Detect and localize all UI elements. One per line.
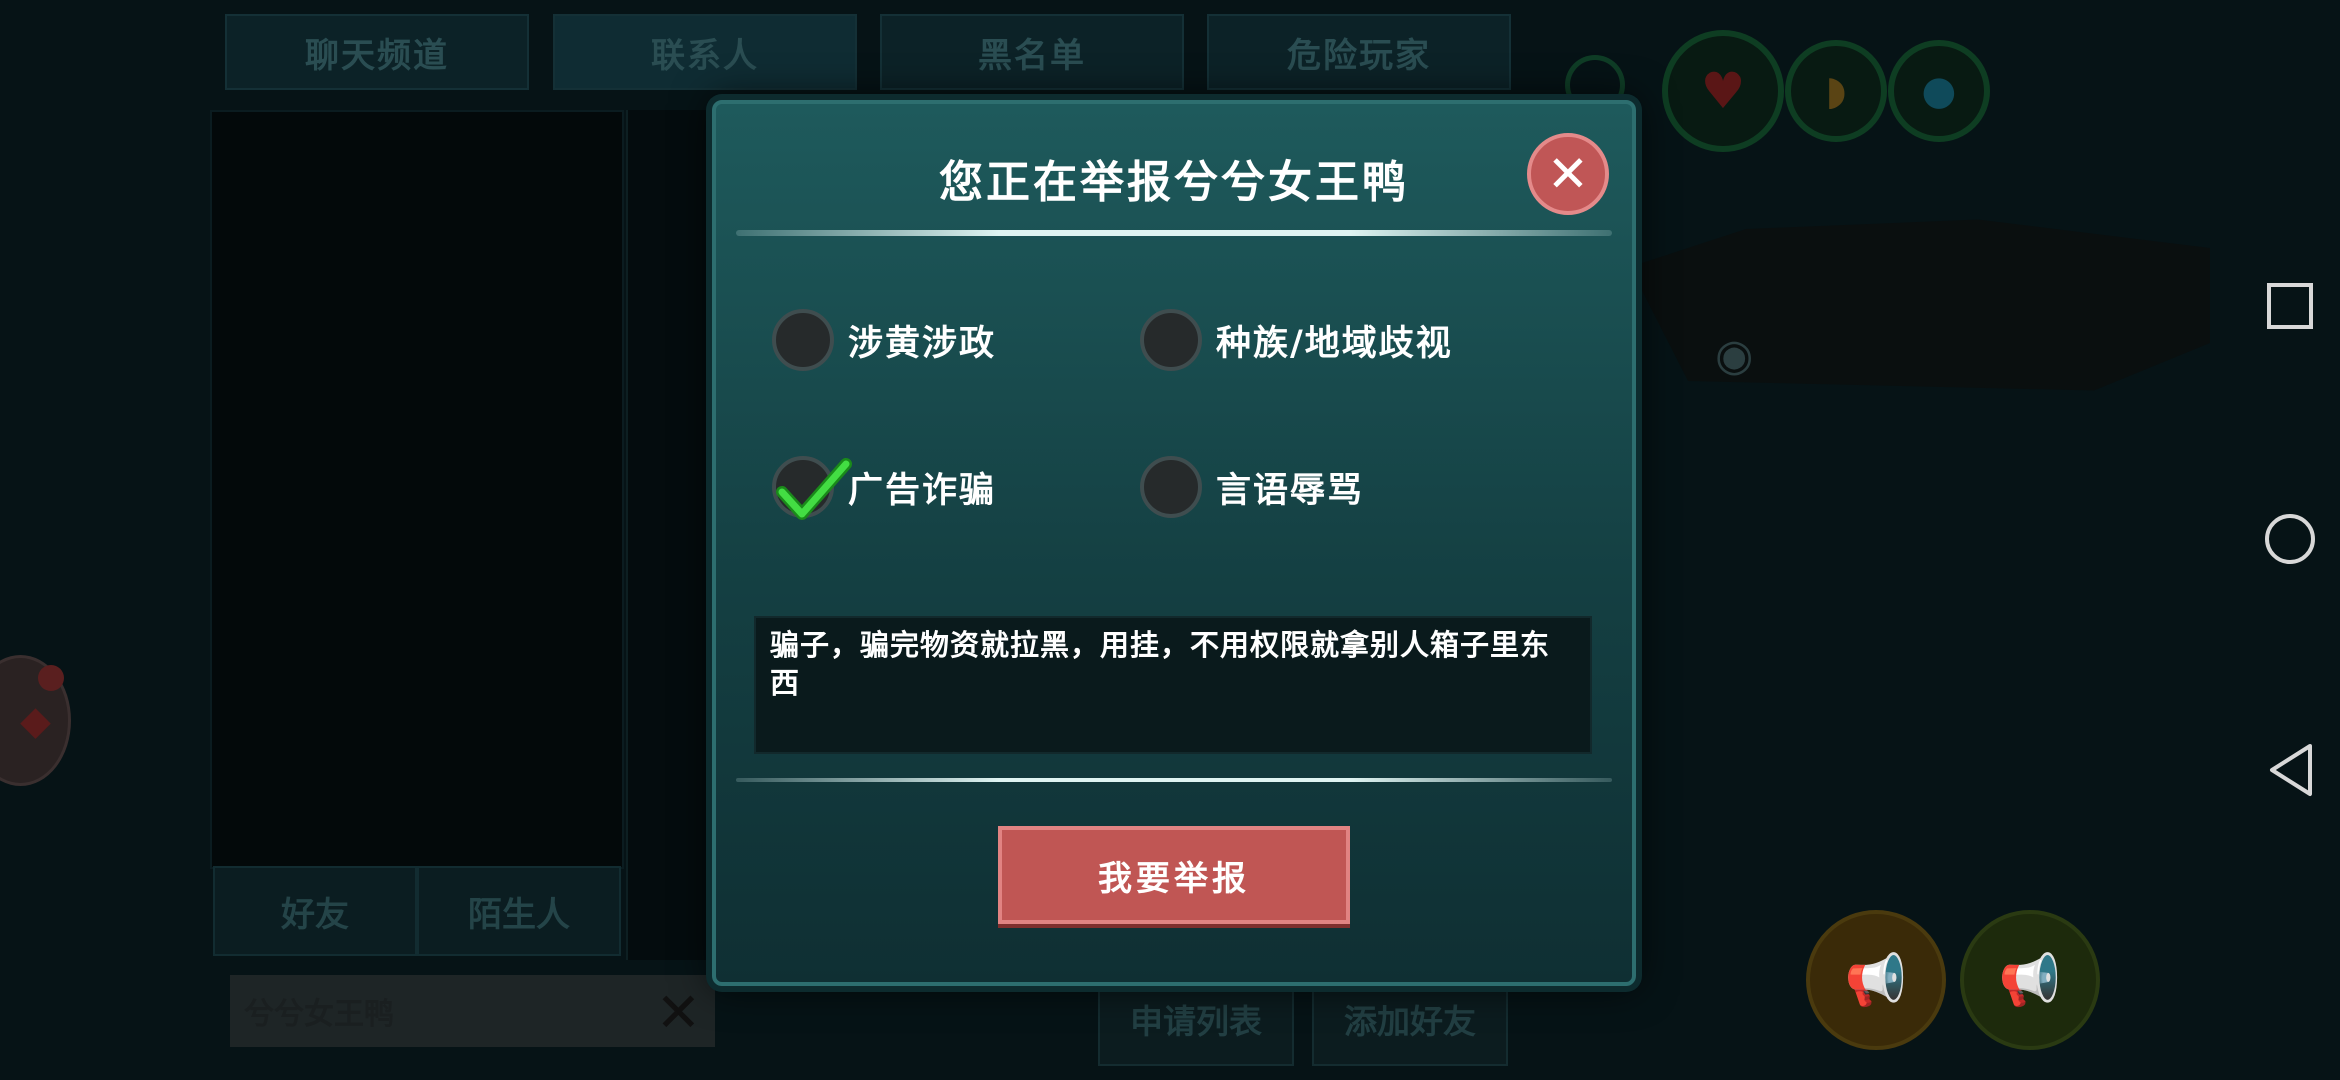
- option-label: 言语辱骂: [1216, 470, 1365, 511]
- recent-apps-button[interactable]: [2240, 282, 2340, 330]
- tab-blacklist[interactable]: 黑名单: [880, 14, 1184, 90]
- close-icon: ✕: [1547, 145, 1589, 203]
- option-label: 涉黄涉政: [848, 323, 997, 364]
- radio-button-checked[interactable]: [772, 456, 852, 520]
- clear-icon[interactable]: ✕: [656, 981, 701, 1044]
- close-button[interactable]: ✕: [1527, 133, 1609, 215]
- notification-dot: [38, 665, 64, 691]
- submit-report-button[interactable]: 我要举报: [998, 826, 1350, 924]
- report-option-discrimination[interactable]: 种族/地域歧视: [1140, 304, 1453, 376]
- square-icon: [2267, 283, 2313, 329]
- bottom-divider: [736, 778, 1612, 782]
- option-label: 种族/地域歧视: [1216, 323, 1453, 364]
- title-divider: [736, 230, 1612, 236]
- megaphone-icon[interactable]: 📢: [1960, 910, 2100, 1050]
- back-button[interactable]: [2240, 742, 2340, 798]
- tab-chat-channel[interactable]: 聊天频道: [225, 14, 529, 90]
- add-friend-button[interactable]: 添加好友: [1312, 972, 1508, 1066]
- back-triangle-icon: [2270, 744, 2312, 796]
- report-dialog: 您正在举报兮兮女王鸭 ✕ 涉黄涉政 种族/地域歧视 广告诈骗 言语辱骂 骗子，骗…: [712, 100, 1636, 986]
- report-option-verbal-abuse[interactable]: 言语辱骂: [1140, 451, 1364, 523]
- tab-strangers[interactable]: 陌生人: [417, 866, 621, 956]
- megaphone-icon[interactable]: 📢: [1806, 910, 1946, 1050]
- home-button[interactable]: [2240, 512, 2340, 566]
- report-description-input[interactable]: 骗子，骗完物资就拉黑，用挂，不用权限就拿别人箱子里东西: [754, 616, 1592, 754]
- player-name-value: 兮兮女王鸭: [244, 997, 394, 1032]
- chat-panel: [626, 110, 718, 960]
- report-option-ad-fraud[interactable]: 广告诈骗: [772, 451, 996, 523]
- radio-button[interactable]: [772, 309, 834, 371]
- tab-contacts[interactable]: 联系人: [553, 14, 857, 90]
- radio-button[interactable]: [1140, 456, 1202, 518]
- player-name-field[interactable]: 兮兮女王鸭 ✕: [230, 975, 715, 1047]
- contact-list-panel: [210, 110, 624, 869]
- tab-dangerous-players[interactable]: 危险玩家: [1207, 14, 1511, 90]
- drumstick-icon: ◗: [1785, 40, 1887, 142]
- eye-icon[interactable]: ◉: [1715, 330, 1753, 381]
- request-list-button[interactable]: 申请列表: [1098, 972, 1294, 1066]
- tab-friends[interactable]: 好友: [213, 866, 417, 956]
- radio-button[interactable]: [1140, 309, 1202, 371]
- option-label: 广告诈骗: [848, 470, 997, 511]
- dialog-title: 您正在举报兮兮女王鸭: [939, 157, 1409, 208]
- report-option-porn-politics[interactable]: 涉黄涉政: [772, 304, 996, 376]
- water-drop-icon: ●: [1888, 40, 1990, 142]
- heart-icon: ♥: [1662, 30, 1784, 152]
- circle-icon: [2265, 514, 2315, 564]
- check-icon: [776, 458, 852, 520]
